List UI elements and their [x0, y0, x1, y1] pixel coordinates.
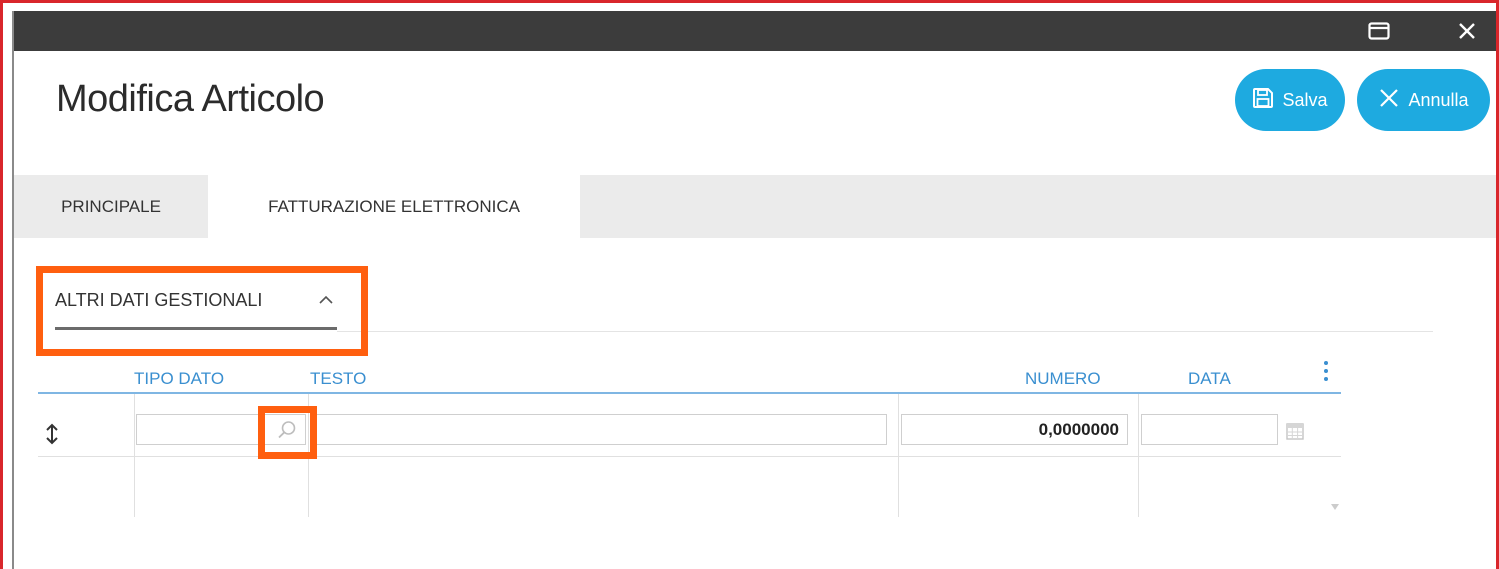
column-header-numero[interactable]: NUMERO [1025, 369, 1101, 389]
column-header-testo[interactable]: TESTO [310, 369, 366, 389]
x-icon [1378, 87, 1400, 114]
calendar-icon[interactable] [1282, 418, 1308, 444]
highlight-box-section [36, 266, 368, 356]
column-header-data[interactable]: DATA [1188, 369, 1231, 389]
grid-row-divider [38, 456, 1341, 457]
cancel-button[interactable]: Annulla [1357, 69, 1490, 131]
cancel-button-label: Annulla [1408, 89, 1469, 110]
grid-header-underline [38, 392, 1341, 394]
page-title: Modifica Articolo [56, 78, 325, 120]
floppy-disk-icon [1252, 87, 1274, 114]
tab-fatturazione-elettronica[interactable]: FATTURAZIONE ELETTRONICA [208, 175, 580, 238]
save-button-label: Salva [1282, 89, 1328, 110]
window-maximize-icon[interactable] [1356, 11, 1402, 51]
testo-input[interactable] [312, 414, 887, 445]
save-button[interactable]: Salva [1235, 69, 1345, 131]
numero-input[interactable] [901, 414, 1128, 445]
up-down-arrow-icon[interactable] [40, 420, 64, 448]
section-divider [337, 331, 1433, 332]
tab-principale[interactable]: PRINCIPALE [14, 175, 208, 238]
vertical-ellipsis-icon[interactable] [1316, 358, 1336, 384]
scroll-down-icon[interactable] [1328, 500, 1342, 514]
window-left-edge [12, 11, 14, 569]
data-input[interactable] [1141, 414, 1278, 445]
highlight-box-search [258, 406, 317, 459]
close-icon[interactable] [1444, 11, 1490, 51]
window-titlebar[interactable] [14, 11, 1496, 51]
tab-bar: PRINCIPALE FATTURAZIONE ELETTRONICA [14, 175, 1496, 238]
column-header-tipo-dato[interactable]: TIPO DATO [134, 369, 224, 389]
